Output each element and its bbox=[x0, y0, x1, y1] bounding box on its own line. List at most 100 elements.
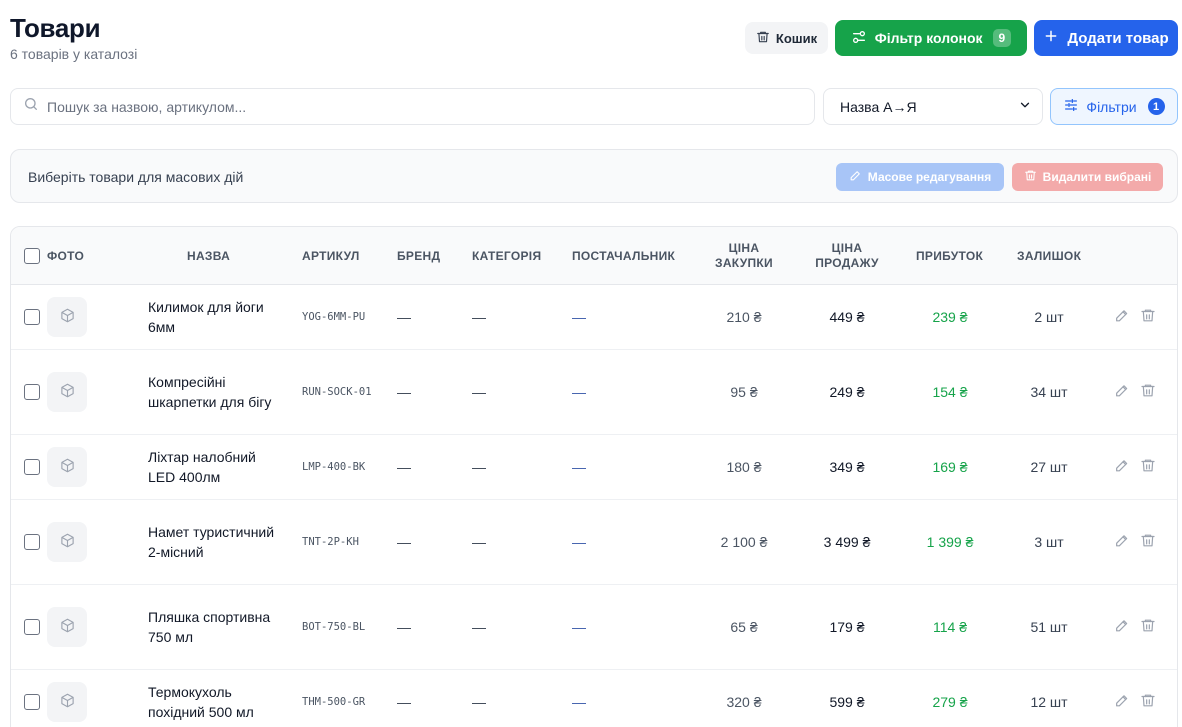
product-profit: 114 ₴ bbox=[933, 619, 967, 635]
trash-icon[interactable] bbox=[1140, 618, 1156, 637]
trash-icon[interactable] bbox=[1140, 693, 1156, 712]
product-brand: — bbox=[397, 694, 411, 710]
column-header-sku[interactable]: АРТИКУЛ bbox=[302, 249, 360, 264]
trash-icon bbox=[1024, 169, 1037, 185]
product-price: 349 ₴ bbox=[829, 459, 865, 475]
filters-button[interactable]: Фільтри 1 bbox=[1050, 88, 1178, 125]
row-checkbox[interactable] bbox=[24, 534, 40, 550]
row-checkbox[interactable] bbox=[24, 459, 40, 475]
pencil-icon[interactable] bbox=[1114, 693, 1130, 712]
pencil-icon[interactable] bbox=[1114, 383, 1130, 402]
table-row: Компресійні шкарпетки для бігу RUN-SOCK-… bbox=[11, 350, 1177, 435]
row-actions bbox=[1114, 458, 1156, 477]
mass-edit-button[interactable]: Масове редагування bbox=[836, 163, 1004, 191]
pencil-icon[interactable] bbox=[1114, 458, 1130, 477]
product-name[interactable]: Килимок для йоги 6мм bbox=[148, 297, 278, 337]
product-cost: 320 ₴ bbox=[726, 694, 762, 710]
box-icon bbox=[60, 618, 75, 636]
product-brand: — bbox=[397, 619, 411, 635]
box-icon bbox=[60, 458, 75, 476]
trash-button[interactable]: Кошик bbox=[745, 22, 828, 54]
column-filter-label: Фільтр колонок bbox=[874, 30, 983, 46]
pencil-icon[interactable] bbox=[1114, 533, 1130, 552]
pencil-icon[interactable] bbox=[1114, 308, 1130, 327]
search-input[interactable] bbox=[47, 98, 787, 115]
product-price: 599 ₴ bbox=[829, 694, 865, 710]
product-brand: — bbox=[397, 384, 411, 400]
product-category: — bbox=[472, 619, 486, 635]
trash-icon bbox=[756, 30, 770, 47]
product-name[interactable]: Термокухоль похідний 500 мл bbox=[148, 682, 278, 722]
product-category: — bbox=[472, 534, 486, 550]
column-header-category[interactable]: КАТЕГОРІЯ bbox=[472, 249, 541, 264]
trash-icon[interactable] bbox=[1140, 533, 1156, 552]
column-header-price[interactable]: ЦІНА ПРОДАЖУ bbox=[807, 241, 887, 271]
bulk-hint: Виберіть товари для масових дій bbox=[28, 169, 244, 185]
product-supplier: — bbox=[572, 309, 586, 325]
sort-select[interactable]: Назва А→Я bbox=[823, 88, 1043, 125]
trash-icon[interactable] bbox=[1140, 383, 1156, 402]
row-actions bbox=[1114, 618, 1156, 637]
delete-selected-label: Видалити вибрані bbox=[1042, 170, 1152, 184]
product-photo bbox=[47, 297, 87, 337]
table-row: Ліхтар налобний LED 400лм LMP-400-BK — —… bbox=[11, 435, 1177, 500]
column-filter-button[interactable]: Фільтр колонок 9 bbox=[835, 20, 1027, 56]
product-supplier: — bbox=[572, 694, 586, 710]
products-table: ФОТО НАЗВА АРТИКУЛ БРЕНД КАТЕГОРІЯ ПОСТА… bbox=[10, 226, 1178, 727]
chevron-down-icon bbox=[1018, 98, 1032, 115]
trash-icon[interactable] bbox=[1140, 308, 1156, 327]
filters-count-badge: 1 bbox=[1147, 98, 1165, 115]
product-name[interactable]: Ліхтар налобний LED 400лм bbox=[148, 447, 278, 487]
product-sku: BOT-750-BL bbox=[302, 621, 366, 633]
product-photo bbox=[47, 607, 87, 647]
product-category: — bbox=[472, 309, 486, 325]
row-checkbox[interactable] bbox=[24, 309, 40, 325]
table-header: ФОТО НАЗВА АРТИКУЛ БРЕНД КАТЕГОРІЯ ПОСТА… bbox=[11, 227, 1177, 285]
product-profit: 239 ₴ bbox=[932, 309, 968, 325]
sliders-icon bbox=[851, 29, 867, 48]
product-sku: THM-500-GR bbox=[302, 696, 366, 708]
column-header-profit[interactable]: ПРИБУТОК bbox=[916, 249, 983, 264]
product-cost: 2 100 ₴ bbox=[720, 534, 768, 550]
product-name[interactable]: Компресійні шкарпетки для бігу bbox=[148, 372, 278, 412]
product-profit: 169 ₴ bbox=[932, 459, 968, 475]
product-photo bbox=[47, 522, 87, 562]
row-actions bbox=[1114, 308, 1156, 327]
pencil-icon bbox=[849, 169, 862, 185]
product-stock: 12 шт bbox=[1030, 694, 1068, 710]
add-product-label: Додати товар bbox=[1067, 29, 1169, 47]
table-row: Намет туристичний 2-місний TNT-2P-KH — —… bbox=[11, 500, 1177, 585]
product-photo bbox=[47, 372, 87, 412]
product-supplier: — bbox=[572, 459, 586, 475]
filters-label: Фільтри bbox=[1086, 98, 1137, 115]
add-product-button[interactable]: Додати товар bbox=[1034, 20, 1178, 56]
product-name[interactable]: Пляшка спортивна 750 мл bbox=[148, 607, 278, 647]
box-icon bbox=[60, 693, 75, 711]
product-stock: 34 шт bbox=[1030, 384, 1068, 400]
row-checkbox[interactable] bbox=[24, 694, 40, 710]
pencil-icon[interactable] bbox=[1114, 618, 1130, 637]
delete-selected-button[interactable]: Видалити вибрані bbox=[1012, 163, 1163, 191]
trash-icon[interactable] bbox=[1140, 458, 1156, 477]
column-header-cost[interactable]: ЦІНА ЗАКУПКИ bbox=[704, 241, 784, 271]
row-checkbox[interactable] bbox=[24, 384, 40, 400]
column-header-price-line1: ЦІНА bbox=[831, 241, 863, 255]
column-header-price-line2: ПРОДАЖУ bbox=[815, 256, 879, 270]
column-header-stock[interactable]: ЗАЛИШОК bbox=[1017, 249, 1081, 264]
column-header-cost-line1: ЦІНА bbox=[728, 241, 760, 255]
column-header-brand[interactable]: БРЕНД bbox=[397, 249, 440, 264]
box-icon bbox=[60, 533, 75, 551]
product-category: — bbox=[472, 459, 486, 475]
filter-lines-icon bbox=[1063, 97, 1079, 116]
product-brand: — bbox=[397, 309, 411, 325]
row-checkbox[interactable] bbox=[24, 619, 40, 635]
product-supplier: — bbox=[572, 619, 586, 635]
product-photo bbox=[47, 447, 87, 487]
product-sku: LMP-400-BK bbox=[302, 461, 366, 473]
sort-selected-value: Назва А→Я bbox=[840, 98, 917, 115]
column-header-supplier[interactable]: ПОСТАЧАЛЬНИК bbox=[572, 249, 675, 264]
select-all-checkbox[interactable] bbox=[24, 248, 40, 264]
product-price: 249 ₴ bbox=[829, 384, 865, 400]
product-name[interactable]: Намет туристичний 2-місний bbox=[148, 522, 278, 562]
column-header-name[interactable]: НАЗВА bbox=[187, 249, 230, 264]
